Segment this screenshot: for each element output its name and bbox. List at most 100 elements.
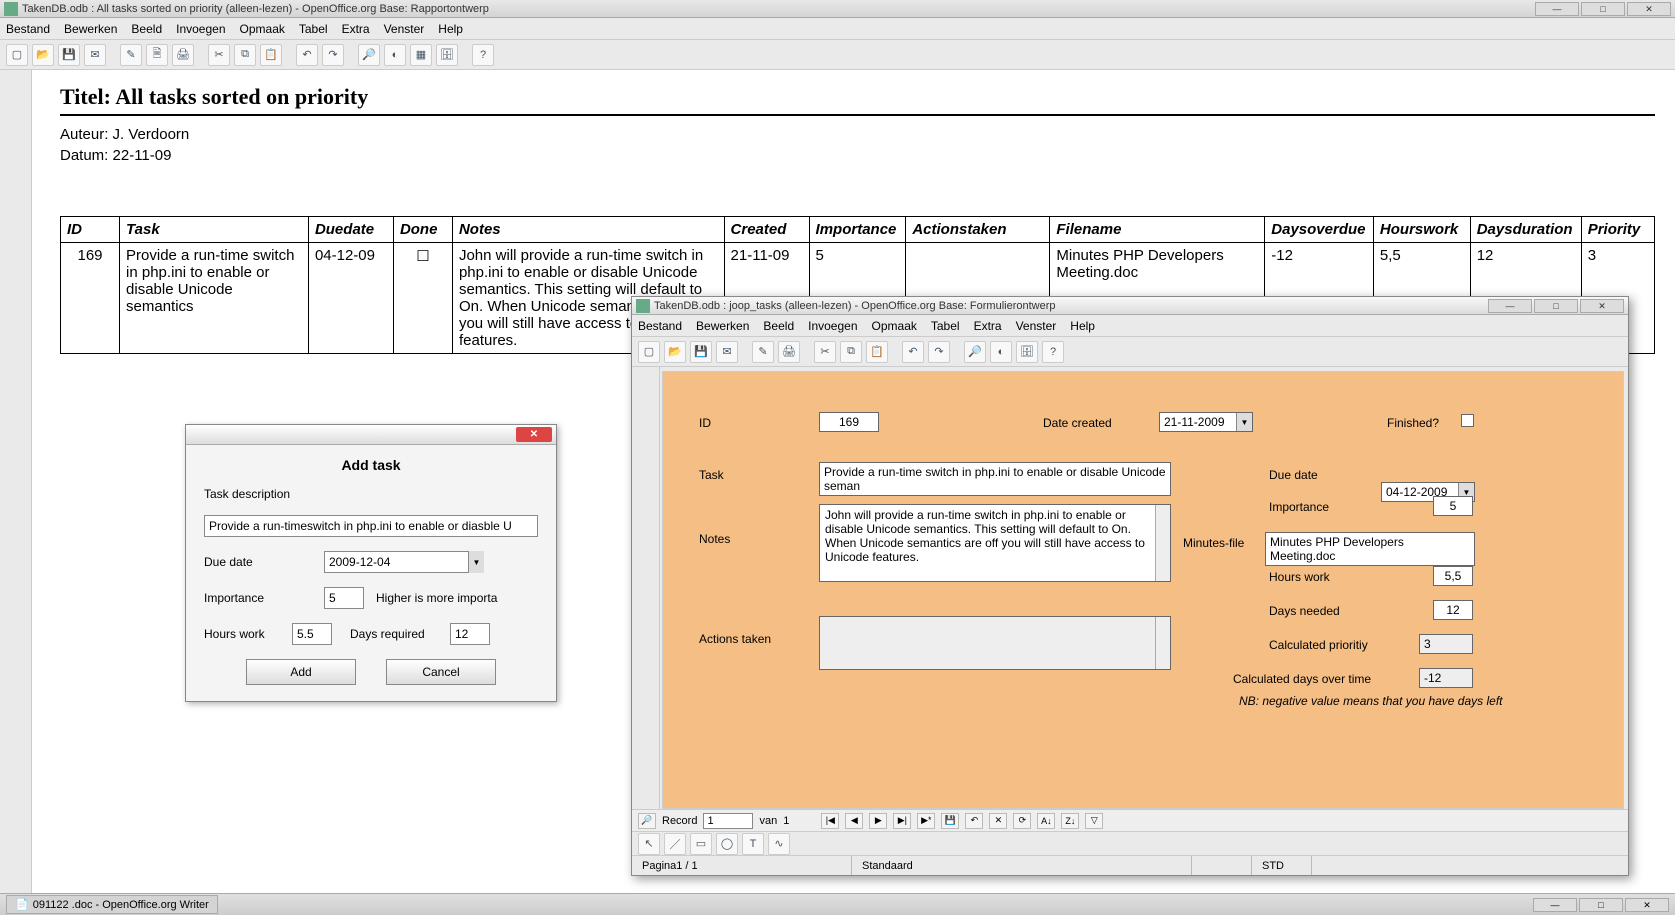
menu-beeld[interactable]: Beeld xyxy=(131,22,162,36)
minimize-button[interactable]: — xyxy=(1535,2,1579,16)
save-icon[interactable]: 💾 xyxy=(58,44,80,66)
menu-bestand[interactable]: Bestand xyxy=(6,22,50,36)
ellipse-icon[interactable]: ◯ xyxy=(716,833,738,855)
print-icon[interactable]: 🖨 xyxy=(778,341,800,363)
notes-field[interactable]: John will provide a run-time switch in p… xyxy=(819,504,1171,582)
menu-help[interactable]: Help xyxy=(1070,319,1095,333)
minimize-button[interactable]: — xyxy=(1488,299,1532,313)
navigator-icon[interactable]: ◐ xyxy=(990,341,1012,363)
close-button[interactable]: ✕ xyxy=(1627,2,1671,16)
curve-icon[interactable]: ∿ xyxy=(768,833,790,855)
record-current[interactable] xyxy=(703,813,753,829)
new-icon[interactable]: ▢ xyxy=(6,44,28,66)
mail-icon[interactable]: ✉ xyxy=(716,341,738,363)
open-icon[interactable]: 📂 xyxy=(664,341,686,363)
menu-venster[interactable]: Venster xyxy=(1016,319,1057,333)
undo-icon[interactable]: ↶ xyxy=(296,44,318,66)
add-button[interactable]: Add xyxy=(246,659,356,685)
cancel-button[interactable]: Cancel xyxy=(386,659,496,685)
print-preview-icon[interactable]: 🗎 xyxy=(146,44,168,66)
hours-field[interactable]: 5,5 xyxy=(1433,566,1473,586)
hours-input[interactable] xyxy=(292,623,332,645)
open-icon[interactable]: 📂 xyxy=(32,44,54,66)
undo-record-icon[interactable]: ↶ xyxy=(965,813,983,829)
minutes-field[interactable]: Minutes PHP Developers Meeting.doc xyxy=(1265,532,1475,566)
new-record-icon[interactable]: ▶* xyxy=(917,813,935,829)
menu-extra[interactable]: Extra xyxy=(342,22,370,36)
menu-help[interactable]: Help xyxy=(438,22,463,36)
menu-tabel[interactable]: Tabel xyxy=(931,319,960,333)
text-icon[interactable]: T xyxy=(742,833,764,855)
prev-record-icon[interactable]: ◀ xyxy=(845,813,863,829)
gallery-icon[interactable]: ▦ xyxy=(410,44,432,66)
due-date-input[interactable] xyxy=(324,551,484,573)
help-icon[interactable]: ? xyxy=(472,44,494,66)
importance-input[interactable] xyxy=(324,587,364,609)
scrollbar[interactable] xyxy=(1155,617,1170,669)
find-icon[interactable]: 🔎 xyxy=(358,44,380,66)
menu-opmaak[interactable]: Opmaak xyxy=(872,319,917,333)
tb-max-icon[interactable]: □ xyxy=(1579,898,1623,912)
print-icon[interactable]: 🖨 xyxy=(172,44,194,66)
last-record-icon[interactable]: ▶| xyxy=(893,813,911,829)
menu-bestand[interactable]: Bestand xyxy=(638,319,682,333)
next-record-icon[interactable]: ▶ xyxy=(869,813,887,829)
dialog-header[interactable]: ✕ xyxy=(186,425,556,445)
task-field[interactable]: Provide a run-time switch in php.ini to … xyxy=(819,462,1171,496)
navigator-icon[interactable]: ◐ xyxy=(384,44,406,66)
mail-icon[interactable]: ✉ xyxy=(84,44,106,66)
menu-invoegen[interactable]: Invoegen xyxy=(176,22,225,36)
menu-opmaak[interactable]: Opmaak xyxy=(240,22,285,36)
cut-icon[interactable]: ✂ xyxy=(208,44,230,66)
first-record-icon[interactable]: |◀ xyxy=(821,813,839,829)
help-icon[interactable]: ? xyxy=(1042,341,1064,363)
datasources-icon[interactable]: 🗄 xyxy=(436,44,458,66)
menu-tabel[interactable]: Tabel xyxy=(299,22,328,36)
sort-desc-icon[interactable]: Z↓ xyxy=(1061,813,1079,829)
finished-checkbox[interactable] xyxy=(1461,414,1474,427)
chevron-down-icon[interactable]: ▼ xyxy=(1236,413,1252,431)
id-field[interactable]: 169 xyxy=(819,412,879,432)
maximize-button[interactable]: □ xyxy=(1581,2,1625,16)
form-canvas[interactable]: ID 169 Date created 21-11-2009▼ Finished… xyxy=(662,371,1624,809)
undo-icon[interactable]: ↶ xyxy=(902,341,924,363)
edit-icon[interactable]: ✎ xyxy=(120,44,142,66)
redo-icon[interactable]: ↷ xyxy=(928,341,950,363)
menu-bewerken[interactable]: Bewerken xyxy=(64,22,117,36)
menu-extra[interactable]: Extra xyxy=(974,319,1002,333)
menu-venster[interactable]: Venster xyxy=(384,22,425,36)
menu-beeld[interactable]: Beeld xyxy=(763,319,794,333)
desc-input[interactable] xyxy=(204,515,538,537)
find-record-icon[interactable]: 🔎 xyxy=(638,813,656,829)
rect-icon[interactable]: ▭ xyxy=(690,833,712,855)
save-record-icon[interactable]: 💾 xyxy=(941,813,959,829)
menu-invoegen[interactable]: Invoegen xyxy=(808,319,857,333)
redo-icon[interactable]: ↷ xyxy=(322,44,344,66)
line-icon[interactable]: ／ xyxy=(664,833,686,855)
actions-field[interactable] xyxy=(819,616,1171,670)
select-tool-icon[interactable]: ↖ xyxy=(638,833,660,855)
copy-icon[interactable]: ⧉ xyxy=(234,44,256,66)
filter-icon[interactable]: ▽ xyxy=(1085,813,1103,829)
daysneeded-field[interactable]: 12 xyxy=(1433,600,1473,620)
paste-icon[interactable]: 📋 xyxy=(866,341,888,363)
cut-icon[interactable]: ✂ xyxy=(814,341,836,363)
scrollbar[interactable] xyxy=(1155,505,1170,581)
days-input[interactable] xyxy=(450,623,490,645)
datasources-icon[interactable]: 🗄 xyxy=(1016,341,1038,363)
copy-icon[interactable]: ⧉ xyxy=(840,341,862,363)
edit-icon[interactable]: ✎ xyxy=(752,341,774,363)
importance-field[interactable]: 5 xyxy=(1433,496,1473,516)
new-icon[interactable]: ▢ xyxy=(638,341,660,363)
paste-icon[interactable]: 📋 xyxy=(260,44,282,66)
date-created-field[interactable]: 21-11-2009▼ xyxy=(1159,412,1253,432)
find-icon[interactable]: 🔎 xyxy=(964,341,986,363)
maximize-button[interactable]: □ xyxy=(1534,299,1578,313)
delete-record-icon[interactable]: ✕ xyxy=(989,813,1007,829)
refresh-icon[interactable]: ⟳ xyxy=(1013,813,1031,829)
tb-min-icon[interactable]: — xyxy=(1533,898,1577,912)
sort-asc-icon[interactable]: A↓ xyxy=(1037,813,1055,829)
menu-bewerken[interactable]: Bewerken xyxy=(696,319,749,333)
taskbar-item[interactable]: 📄 091122 .doc - OpenOffice.org Writer xyxy=(6,895,218,914)
dialog-close-icon[interactable]: ✕ xyxy=(516,427,552,442)
